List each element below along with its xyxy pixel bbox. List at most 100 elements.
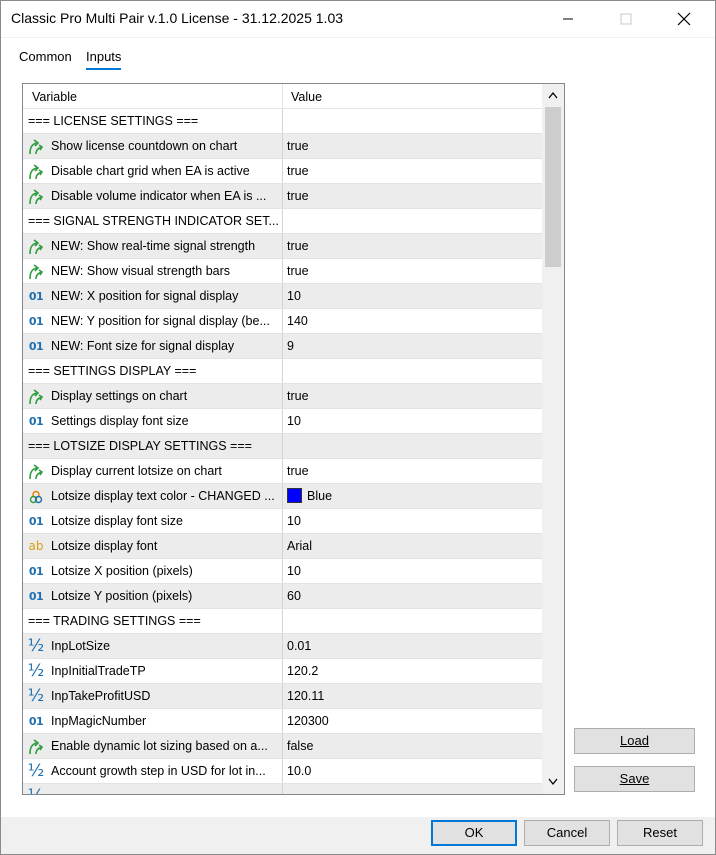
parameter-row[interactable]: Disable chart grid when EA is active true [23, 159, 542, 184]
save-button[interactable]: Save [574, 766, 695, 792]
variable-cell: 01 NEW: Font size for signal display [23, 334, 283, 358]
parameter-row[interactable]: NEW: Show real-time signal strength true [23, 234, 542, 259]
grid-header: Variable Value [23, 84, 542, 109]
value-text: 10 [287, 514, 301, 528]
section-header-row[interactable]: === TRADING SETTINGS === [23, 609, 542, 634]
parameter-row[interactable]: ab Lotsize display font Arial [23, 534, 542, 559]
variable-label: InpMagicNumber [51, 714, 147, 728]
value-cell[interactable]: true [283, 184, 542, 208]
variable-cell: ab Lotsize display font [23, 534, 283, 558]
column-header-variable[interactable]: Variable [23, 84, 283, 109]
value-cell[interactable]: 60 [283, 584, 542, 608]
value-cell[interactable] [283, 209, 542, 233]
parameter-row[interactable]: 01 Settings display font size 10 [23, 409, 542, 434]
bool-arrow-icon [27, 388, 45, 405]
load-button[interactable]: Load [574, 728, 695, 754]
parameter-row[interactable]: 01 Lotsize X position (pixels) 10 [23, 559, 542, 584]
value-cell[interactable]: 120300 [283, 709, 542, 733]
grid-rows: === LICENSE SETTINGS === Show license cou… [23, 109, 542, 794]
inputs-grid: Variable Value === LICENSE SETTINGS === S… [22, 83, 565, 795]
value-cell[interactable]: 0.01 [283, 634, 542, 658]
parameter-row[interactable]: ½ InpInitialTradeTP 120.2 [23, 659, 542, 684]
value-text: Arial [287, 539, 313, 553]
value-cell[interactable] [283, 784, 542, 794]
variable-label: Lotsize display font [51, 539, 158, 553]
tab-common[interactable]: Common [19, 49, 72, 70]
variable-cell: Display current lotsize on chart [23, 459, 283, 483]
value-cell[interactable] [283, 109, 542, 133]
value-text: 10 [287, 289, 301, 303]
value-cell[interactable]: Blue [283, 484, 542, 508]
bool-arrow-icon [27, 188, 45, 205]
parameter-row[interactable]: Lotsize display text color - CHANGED ...… [23, 484, 542, 509]
value-text: 140 [287, 314, 308, 328]
maximize-button[interactable] [597, 1, 655, 37]
variable-cell: 01 InpMagicNumber [23, 709, 283, 733]
scroll-down-button[interactable] [545, 772, 561, 792]
parameter-row[interactable]: Enable dynamic lot sizing based on a... f… [23, 734, 542, 759]
value-cell[interactable]: 10 [283, 559, 542, 583]
section-header-row[interactable]: === SETTINGS DISPLAY === [23, 359, 542, 384]
value-cell[interactable]: true [283, 234, 542, 258]
section-header-row[interactable]: === LOTSIZE DISPLAY SETTINGS === [23, 434, 542, 459]
value-cell[interactable]: 10.0 [283, 759, 542, 783]
parameter-row[interactable]: NEW: Show visual strength bars true [23, 259, 542, 284]
parameter-row[interactable]: Show license countdown on chart true [23, 134, 542, 159]
value-cell[interactable]: true [283, 134, 542, 158]
value-cell[interactable]: true [283, 384, 542, 408]
variable-cell: === TRADING SETTINGS === [23, 609, 283, 633]
integer-icon: 01 [28, 515, 44, 528]
parameter-row[interactable]: 01 NEW: X position for signal display 10 [23, 284, 542, 309]
parameter-row[interactable]: 01 NEW: Font size for signal display 9 [23, 334, 542, 359]
parameter-row[interactable]: 01 NEW: Y position for signal display (be… [23, 309, 542, 334]
value-cell[interactable]: 9 [283, 334, 542, 358]
parameter-row[interactable]: 01 Lotsize display font size 10 [23, 509, 542, 534]
bool-arrow-icon [27, 738, 45, 755]
variable-cell: ½ InpTakeProfitUSD [23, 684, 283, 708]
parameter-row[interactable]: ½ [23, 784, 542, 794]
value-cell[interactable]: Arial [283, 534, 542, 558]
value-cell[interactable]: 10 [283, 284, 542, 308]
minimize-button[interactable] [539, 1, 597, 37]
variable-cell: Disable volume indicator when EA is ... [23, 184, 283, 208]
parameter-row[interactable]: Disable volume indicator when EA is ... t… [23, 184, 542, 209]
parameter-row[interactable]: 01 InpMagicNumber 120300 [23, 709, 542, 734]
variable-label: Display settings on chart [51, 389, 188, 403]
value-cell[interactable]: 120.2 [283, 659, 542, 683]
reset-button[interactable]: Reset [617, 820, 703, 846]
value-cell[interactable]: 10 [283, 509, 542, 533]
value-cell[interactable] [283, 609, 542, 633]
scroll-up-button[interactable] [545, 86, 561, 106]
close-button[interactable] [655, 1, 713, 37]
variable-label: NEW: Show real-time signal strength [51, 239, 256, 253]
scroll-thumb[interactable] [545, 107, 561, 267]
value-text: 10 [287, 564, 301, 578]
value-text: 120300 [287, 714, 329, 728]
parameter-row[interactable]: 01 Lotsize Y position (pixels) 60 [23, 584, 542, 609]
value-cell[interactable]: 10 [283, 409, 542, 433]
parameter-row[interactable]: ½ Account growth step in USD for lot in..… [23, 759, 542, 784]
value-cell[interactable]: true [283, 259, 542, 283]
column-header-value[interactable]: Value [283, 84, 542, 109]
section-header-row[interactable]: === LICENSE SETTINGS === [23, 109, 542, 134]
vertical-scrollbar[interactable] [542, 84, 564, 794]
ok-button[interactable]: OK [431, 820, 517, 846]
parameter-row[interactable]: ½ InpTakeProfitUSD 120.11 [23, 684, 542, 709]
parameter-row[interactable]: ½ InpLotSize 0.01 [23, 634, 542, 659]
variable-cell: Enable dynamic lot sizing based on a... [23, 734, 283, 758]
value-cell[interactable] [283, 359, 542, 383]
value-cell[interactable]: false [283, 734, 542, 758]
value-cell[interactable] [283, 434, 542, 458]
tab-strip: Common Inputs [1, 38, 715, 74]
parameter-row[interactable]: Display current lotsize on chart true [23, 459, 542, 484]
parameter-row[interactable]: Display settings on chart true [23, 384, 542, 409]
value-cell[interactable]: true [283, 159, 542, 183]
value-cell[interactable]: 120.11 [283, 684, 542, 708]
variable-cell: NEW: Show real-time signal strength [23, 234, 283, 258]
tab-inputs[interactable]: Inputs [86, 49, 122, 70]
variable-label: Lotsize X position (pixels) [51, 564, 193, 578]
section-header-row[interactable]: === SIGNAL STRENGTH INDICATOR SET... [23, 209, 542, 234]
cancel-button[interactable]: Cancel [524, 820, 610, 846]
value-cell[interactable]: 140 [283, 309, 542, 333]
value-cell[interactable]: true [283, 459, 542, 483]
